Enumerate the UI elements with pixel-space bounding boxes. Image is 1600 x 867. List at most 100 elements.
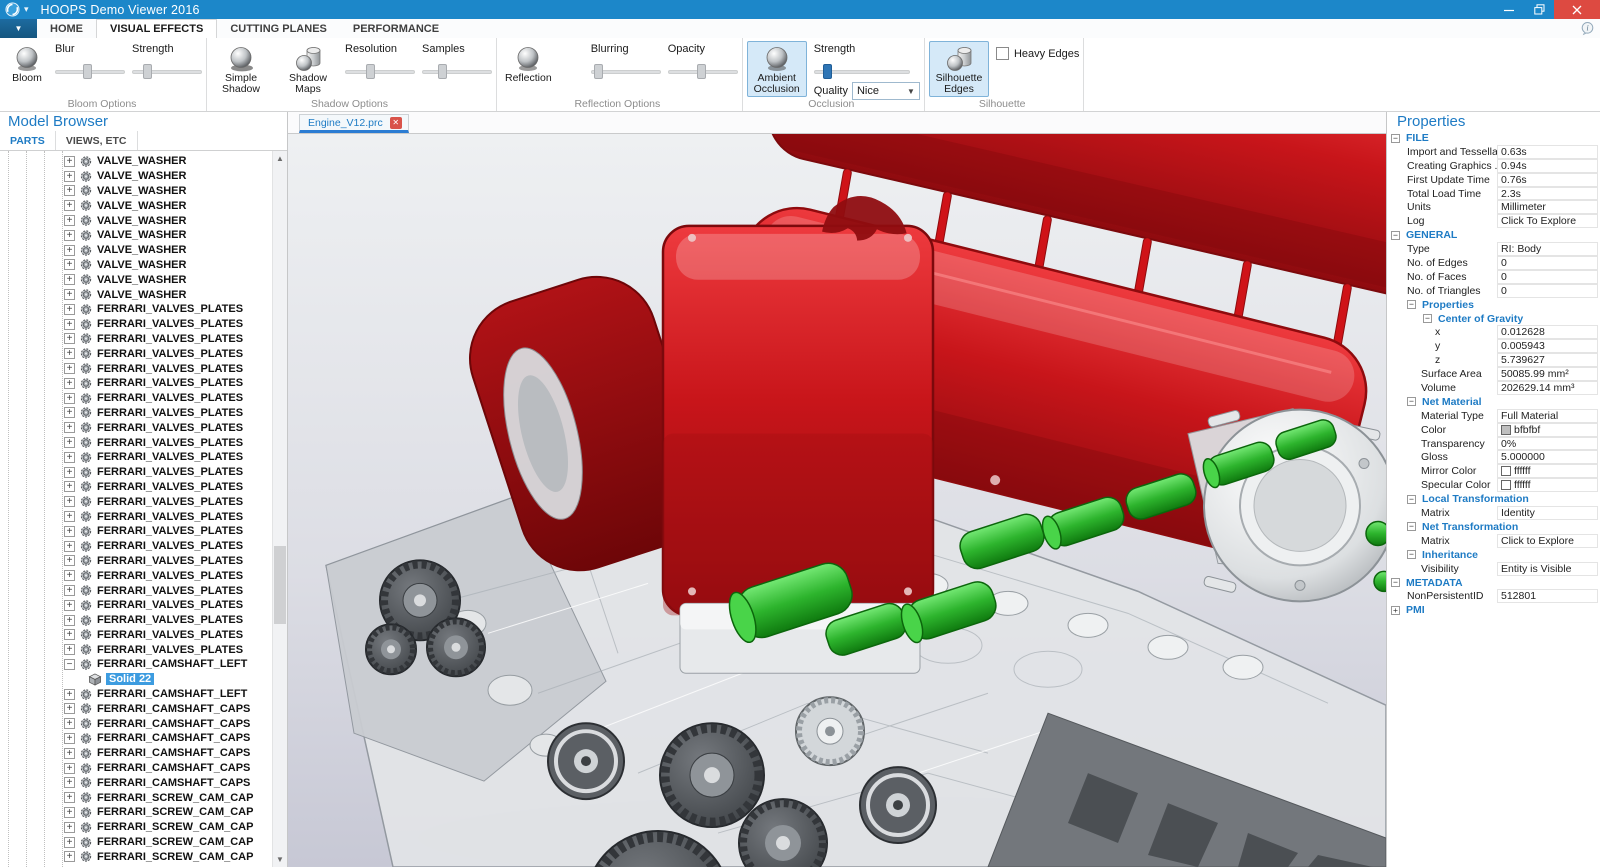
tree-item[interactable]: +FERRARI_VALVES_PLATES xyxy=(0,554,272,569)
slider-handle[interactable] xyxy=(83,64,92,79)
tree-expander-plus-icon[interactable]: + xyxy=(64,393,75,404)
tree-expander-plus-icon[interactable]: + xyxy=(64,718,75,729)
tree-item[interactable]: +FERRARI_VALVES_PLATES xyxy=(0,628,272,643)
tree-item[interactable]: +FERRARI_VALVES_PLATES xyxy=(0,509,272,524)
tree-expander-plus-icon[interactable]: + xyxy=(64,615,75,626)
tree-item[interactable]: +FERRARI_VALVES_PLATES xyxy=(0,302,272,317)
document-tab[interactable]: Engine_V12.prc ✕ xyxy=(299,114,409,133)
tree-expander-plus-icon[interactable]: + xyxy=(64,748,75,759)
tree-expander-minus-icon[interactable]: − xyxy=(64,659,75,670)
slider-handle[interactable] xyxy=(697,64,706,79)
section-expander-minus-icon[interactable]: − xyxy=(1407,495,1416,504)
section-expander-minus-icon[interactable]: − xyxy=(1407,397,1416,406)
tree-expander-plus-icon[interactable]: + xyxy=(64,304,75,315)
tree-item[interactable]: +FERRARI_SCREW_CAM_CAP xyxy=(0,849,272,864)
tree-expander-plus-icon[interactable]: + xyxy=(64,511,75,522)
ribbon-button-bloom[interactable]: Bloom xyxy=(6,41,48,86)
tree-expander-plus-icon[interactable]: + xyxy=(64,319,75,330)
property-value[interactable]: Click To Explore xyxy=(1497,214,1598,228)
tree-expander-plus-icon[interactable]: + xyxy=(64,452,75,463)
tree-expander-plus-icon[interactable]: + xyxy=(64,422,75,433)
section-expander-minus-icon[interactable]: − xyxy=(1391,134,1400,143)
tree-item[interactable]: +FERRARI_SCREW_CAM_CAP xyxy=(0,805,272,820)
tree-item[interactable]: +FERRARI_VALVES_PLATES xyxy=(0,376,272,391)
slider-track[interactable] xyxy=(55,64,125,79)
help-info-icon[interactable]: i xyxy=(1580,21,1595,36)
tree-expander-plus-icon[interactable]: + xyxy=(64,526,75,537)
tree-item[interactable]: +FERRARI_CAMSHAFT_LEFT xyxy=(0,687,272,702)
tree-item[interactable]: +FERRARI_SCREW_CAM_CAP xyxy=(0,790,272,805)
tree-expander-plus-icon[interactable]: + xyxy=(64,541,75,552)
tree-expander-plus-icon[interactable]: + xyxy=(64,200,75,211)
tree-item[interactable]: +FERRARI_VALVES_PLATES xyxy=(0,361,272,376)
tree-expander-plus-icon[interactable]: + xyxy=(64,481,75,492)
ribbon-button-silhouette-edges[interactable]: Silhouette Edges xyxy=(929,41,989,97)
tree-item[interactable]: +FERRARI_VALVES_PLATES xyxy=(0,642,272,657)
tree-expander-plus-icon[interactable]: + xyxy=(64,837,75,848)
tree-expander-plus-icon[interactable]: + xyxy=(64,600,75,611)
browser-tab-parts[interactable]: PARTS xyxy=(0,131,56,150)
slider-track[interactable] xyxy=(345,64,415,79)
tree-expander-plus-icon[interactable]: + xyxy=(64,437,75,448)
tree-item[interactable]: +FERRARI_VALVES_PLATES xyxy=(0,539,272,554)
tree-expander-plus-icon[interactable]: + xyxy=(64,570,75,581)
close-button[interactable] xyxy=(1554,0,1600,19)
tree-item[interactable]: +FERRARI_VALVES_PLATES xyxy=(0,598,272,613)
tree-expander-plus-icon[interactable]: + xyxy=(64,274,75,285)
tree-item[interactable]: +FERRARI_SCREW_CAM_CAP xyxy=(0,820,272,835)
tree-expander-plus-icon[interactable]: + xyxy=(64,156,75,167)
app-menu-button[interactable]: ▼ xyxy=(0,19,37,38)
tree-scrollbar[interactable]: ▲ ▼ xyxy=(272,151,287,867)
section-expander-minus-icon[interactable]: − xyxy=(1407,522,1416,531)
section-expander-minus-icon[interactable]: − xyxy=(1391,231,1400,240)
slider-track[interactable] xyxy=(668,64,738,79)
tree-item[interactable]: +VALVE_WASHER xyxy=(0,243,272,258)
tree-item[interactable]: +VALVE_WASHER xyxy=(0,287,272,302)
tab-visual-effects[interactable]: VISUAL EFFECTS xyxy=(96,19,217,38)
tree-expander-plus-icon[interactable]: + xyxy=(64,363,75,374)
tree-item[interactable]: +VALVE_WASHER xyxy=(0,272,272,287)
tree-expander-plus-icon[interactable]: + xyxy=(64,644,75,655)
tree-item[interactable]: Solid 22 xyxy=(0,672,272,687)
tree-expander-plus-icon[interactable]: + xyxy=(64,215,75,226)
tree-item[interactable]: +FERRARI_CAMSHAFT_CAPS xyxy=(0,761,272,776)
tree-item[interactable]: +VALVE_WASHER xyxy=(0,154,272,169)
slider-track[interactable] xyxy=(591,64,661,79)
tree-item[interactable]: +FERRARI_VALVES_PLATES xyxy=(0,346,272,361)
ribbon-button-ambient-occlusion[interactable]: Ambient Occlusion xyxy=(747,41,807,97)
ribbon-button-simple-shadow[interactable]: Simple Shadow xyxy=(211,41,271,97)
tree-item[interactable]: +FERRARI_VALVES_PLATES xyxy=(0,465,272,480)
app-logo-icon[interactable] xyxy=(5,2,20,17)
tab-performance[interactable]: PERFORMANCE xyxy=(340,19,452,38)
tab-cutting-planes[interactable]: CUTTING PLANES xyxy=(217,19,340,38)
tree-expander-plus-icon[interactable]: + xyxy=(64,777,75,788)
tree-expander-plus-icon[interactable]: + xyxy=(64,378,75,389)
tree-expander-plus-icon[interactable]: + xyxy=(64,407,75,418)
browser-tab-views-etc[interactable]: VIEWS, ETC xyxy=(56,131,138,150)
slider-handle[interactable] xyxy=(594,64,603,79)
tree-item[interactable]: +FERRARI_VALVES_PLATES xyxy=(0,480,272,495)
tree-item[interactable]: +FERRARI_VALVES_PLATES xyxy=(0,568,272,583)
viewport-3d[interactable] xyxy=(288,134,1386,867)
slider-handle[interactable] xyxy=(143,64,152,79)
section-expander-minus-icon[interactable]: − xyxy=(1391,578,1400,587)
tree-expander-plus-icon[interactable]: + xyxy=(64,703,75,714)
tree-item[interactable]: +FERRARI_VALVES_PLATES xyxy=(0,317,272,332)
tree-item[interactable]: +FERRARI_VALVES_PLATES xyxy=(0,332,272,347)
tree-item[interactable]: +FERRARI_CAMSHAFT_CAPS xyxy=(0,716,272,731)
tree-item[interactable]: +FERRARI_VALVES_PLATES xyxy=(0,494,272,509)
tree-item[interactable]: +FERRARI_CAMSHAFT_CAPS xyxy=(0,701,272,716)
tree-expander-plus-icon[interactable]: + xyxy=(64,171,75,182)
scroll-down-icon[interactable]: ▼ xyxy=(273,852,287,867)
tree-expander-plus-icon[interactable]: + xyxy=(64,348,75,359)
tree-expander-plus-icon[interactable]: + xyxy=(64,555,75,566)
section-expander-minus-icon[interactable]: − xyxy=(1423,314,1432,323)
tree-item[interactable]: +VALVE_WASHER xyxy=(0,258,272,273)
tree-expander-plus-icon[interactable]: + xyxy=(64,245,75,256)
restore-button[interactable] xyxy=(1524,0,1554,19)
tree-item[interactable]: +VALVE_WASHER xyxy=(0,184,272,199)
tree-expander-plus-icon[interactable]: + xyxy=(64,259,75,270)
tree-item[interactable]: +FERRARI_VALVES_PLATES xyxy=(0,391,272,406)
slider-handle[interactable] xyxy=(438,64,447,79)
tree-expander-plus-icon[interactable]: + xyxy=(64,629,75,640)
